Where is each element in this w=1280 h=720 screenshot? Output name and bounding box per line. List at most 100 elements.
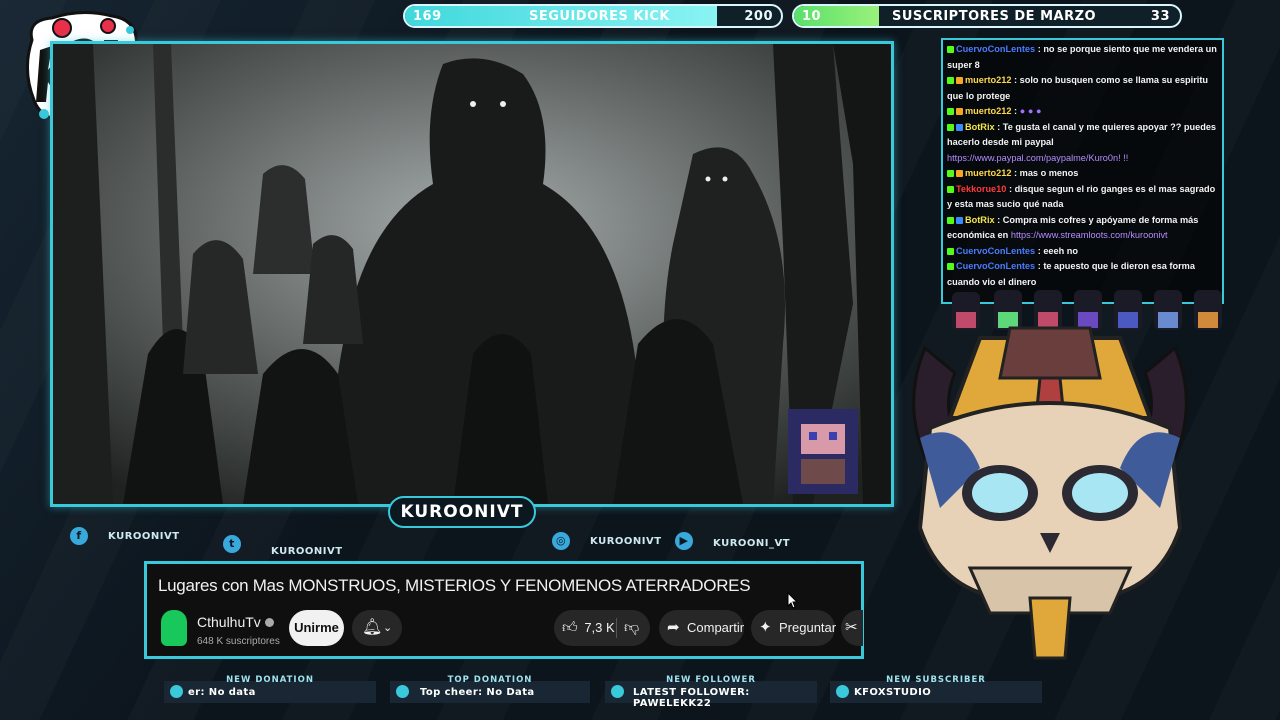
kick-badge-icon bbox=[947, 108, 954, 116]
video-scene-image bbox=[53, 44, 891, 504]
alert-value: Top cheer: No Data bbox=[420, 687, 535, 698]
kick-badge-icon bbox=[947, 77, 954, 85]
like-dislike-group: 👍︎ 7,3 K 👎︎ bbox=[554, 610, 650, 646]
kick-badge-icon bbox=[947, 216, 954, 224]
kick-goal-current: 169 bbox=[413, 9, 442, 24]
youtube-video-info-panel: Lugares con Mas MONSTRUOS, MISTERIOS Y F… bbox=[144, 561, 864, 659]
subs-goal-bar: 10 SUSCRIPTORES DE MARZO 33 bbox=[792, 4, 1182, 28]
channel-avatar[interactable] bbox=[161, 610, 187, 646]
alert-value: er: No data bbox=[188, 687, 256, 698]
channel-name-text: CthulhuTv bbox=[197, 614, 261, 630]
user-icon bbox=[611, 685, 624, 698]
sparkle-icon: ✦ bbox=[759, 619, 772, 636]
star-icon bbox=[836, 685, 849, 698]
kick-badge-icon bbox=[947, 185, 954, 193]
chat-text: : mas o menos bbox=[1014, 168, 1079, 178]
join-button[interactable]: Unirme bbox=[289, 610, 344, 646]
alert-value: LATEST FOLLOWER: PAWELEKK22 bbox=[633, 687, 750, 709]
chevron-down-icon: ⌄ bbox=[383, 622, 393, 634]
chat-username[interactable]: muerto212 bbox=[965, 75, 1011, 85]
video-title: Lugares con Mas MONSTRUOS, MISTERIOS Y F… bbox=[158, 576, 751, 595]
kick-badge-icon bbox=[947, 46, 954, 54]
instagram-handle: KUROONIVT bbox=[590, 535, 662, 547]
alert-value: KFOXSTUDIO bbox=[854, 687, 932, 698]
twitter-handle: KUROONIVT bbox=[271, 546, 343, 557]
streamer-name-badge: KUROONIVT bbox=[388, 496, 536, 528]
bell-icon: 🔔︎ bbox=[362, 619, 383, 636]
instagram-icon: ◎ bbox=[552, 532, 570, 550]
live-chat-panel[interactable]: CuervoConLentes : no se porque siento qu… bbox=[941, 38, 1224, 304]
new-follower-alert: NEW FOLLOWER LATEST FOLLOWER: PAWELEKK22 bbox=[605, 675, 817, 709]
youtube-handle: KUROONI_VT bbox=[713, 537, 791, 549]
thumbs-up-icon: 👍︎ bbox=[562, 619, 578, 636]
channel-name[interactable]: CthulhuTv bbox=[197, 614, 274, 630]
facebook-icon: f bbox=[70, 527, 88, 545]
scissors-icon: ✂ bbox=[845, 619, 858, 636]
chat-username[interactable]: muerto212 bbox=[965, 106, 1011, 116]
chat-message: muerto212 : solo no busquen como se llam… bbox=[947, 73, 1218, 104]
chat-message: muerto212 : ● ● ● bbox=[947, 104, 1218, 120]
sub-badge-icon bbox=[956, 108, 963, 116]
trophy-icon bbox=[396, 685, 409, 698]
chat-text: : bbox=[1014, 106, 1018, 116]
chat-link[interactable]: https://www.streamloots.com/kuroonivt bbox=[1011, 230, 1168, 240]
chat-username[interactable]: CuervoConLentes bbox=[956, 261, 1035, 271]
notifications-button[interactable]: 🔔︎ ⌄ bbox=[352, 610, 402, 646]
bot-badge-icon bbox=[956, 123, 963, 131]
alert-label: NEW FOLLOWER bbox=[666, 675, 756, 685]
subs-goal-current: 10 bbox=[802, 9, 822, 24]
ask-label: Preguntar bbox=[779, 620, 837, 635]
vtuber-skull-avatar bbox=[912, 326, 1188, 660]
kick-goal-target: 200 bbox=[744, 9, 773, 24]
clip-button[interactable]: ✂ bbox=[841, 610, 863, 646]
share-icon: ➦ bbox=[667, 619, 680, 636]
chat-username[interactable]: muerto212 bbox=[965, 168, 1011, 178]
share-button[interactable]: ➦ Compartir bbox=[659, 610, 744, 646]
chat-link[interactable]: https://www.paypal.com/paypalme/Kuro0n! … bbox=[947, 153, 1128, 163]
chat-username[interactable]: Tekkorue10 bbox=[956, 184, 1006, 194]
social-facebook[interactable]: f KUROONIVT bbox=[70, 527, 180, 545]
like-count: 7,3 K bbox=[584, 620, 615, 635]
chat-message: CuervoConLentes : eeeh no bbox=[947, 244, 1218, 260]
twitter-icon: t bbox=[223, 534, 241, 553]
kick-followers-goal-bar: 169 SEGUIDORES KICK 200 bbox=[403, 4, 783, 28]
chat-text: : eeeh no bbox=[1037, 245, 1079, 256]
chat-message: CuervoConLentes : no se porque siento qu… bbox=[947, 42, 1218, 73]
share-label: Compartir bbox=[687, 620, 745, 635]
alert-label: NEW SUBSCRIBER bbox=[886, 675, 986, 685]
chat-username[interactable]: CuervoConLentes bbox=[956, 44, 1035, 54]
kick-badge-icon bbox=[947, 123, 954, 131]
thumbs-down-icon: 👎︎ bbox=[624, 619, 640, 636]
new-subscriber-alert: NEW SUBSCRIBER KFOXSTUDIO bbox=[830, 675, 1042, 703]
mouse-cursor bbox=[787, 592, 799, 609]
dislike-button[interactable]: 👎︎ bbox=[624, 610, 639, 646]
alert-label: TOP DONATION bbox=[447, 675, 533, 685]
subs-goal-label: SUSCRIPTORES DE MARZO bbox=[892, 9, 1097, 24]
stream-video-frame[interactable] bbox=[50, 41, 894, 507]
channel-subscriber-count: 648 K suscriptores bbox=[197, 636, 280, 647]
chat-message: BotRix : Te gusta el canal y me quieres … bbox=[947, 120, 1218, 167]
youtube-icon: ▶ bbox=[675, 532, 693, 550]
bot-badge-icon bbox=[956, 216, 963, 224]
sub-badge-icon bbox=[956, 77, 963, 85]
chat-username[interactable]: BotRix bbox=[965, 122, 995, 132]
subs-goal-target: 33 bbox=[1150, 9, 1170, 24]
new-donation-alert: NEW DONATION er: No data bbox=[164, 675, 376, 703]
verified-icon bbox=[264, 618, 274, 627]
kick-badge-icon bbox=[947, 247, 954, 255]
emote-icon: ● ● ● bbox=[1019, 106, 1042, 116]
kick-badge-icon bbox=[947, 170, 954, 178]
chat-username[interactable]: BotRix bbox=[965, 215, 995, 225]
top-donation-alert: TOP DONATION Top cheer: No Data bbox=[390, 675, 590, 703]
chat-username[interactable]: CuervoConLentes bbox=[956, 246, 1035, 256]
like-button[interactable]: 👍︎ 7,3 K bbox=[562, 610, 615, 646]
ask-button[interactable]: ✦ Preguntar bbox=[751, 610, 837, 646]
kick-badge-icon bbox=[947, 263, 954, 271]
alert-label: NEW DONATION bbox=[226, 675, 314, 685]
social-instagram[interactable]: ◎ KUROONIVT bbox=[552, 532, 662, 550]
social-youtube[interactable]: ▶ KUROONI_VT bbox=[675, 532, 790, 550]
divider bbox=[616, 618, 617, 638]
social-twitter[interactable]: t KUROONIVT bbox=[223, 530, 343, 557]
kick-goal-label: SEGUIDORES KICK bbox=[529, 9, 670, 24]
chat-message: Tekkorue10 : disque segun el rio ganges … bbox=[947, 182, 1218, 213]
